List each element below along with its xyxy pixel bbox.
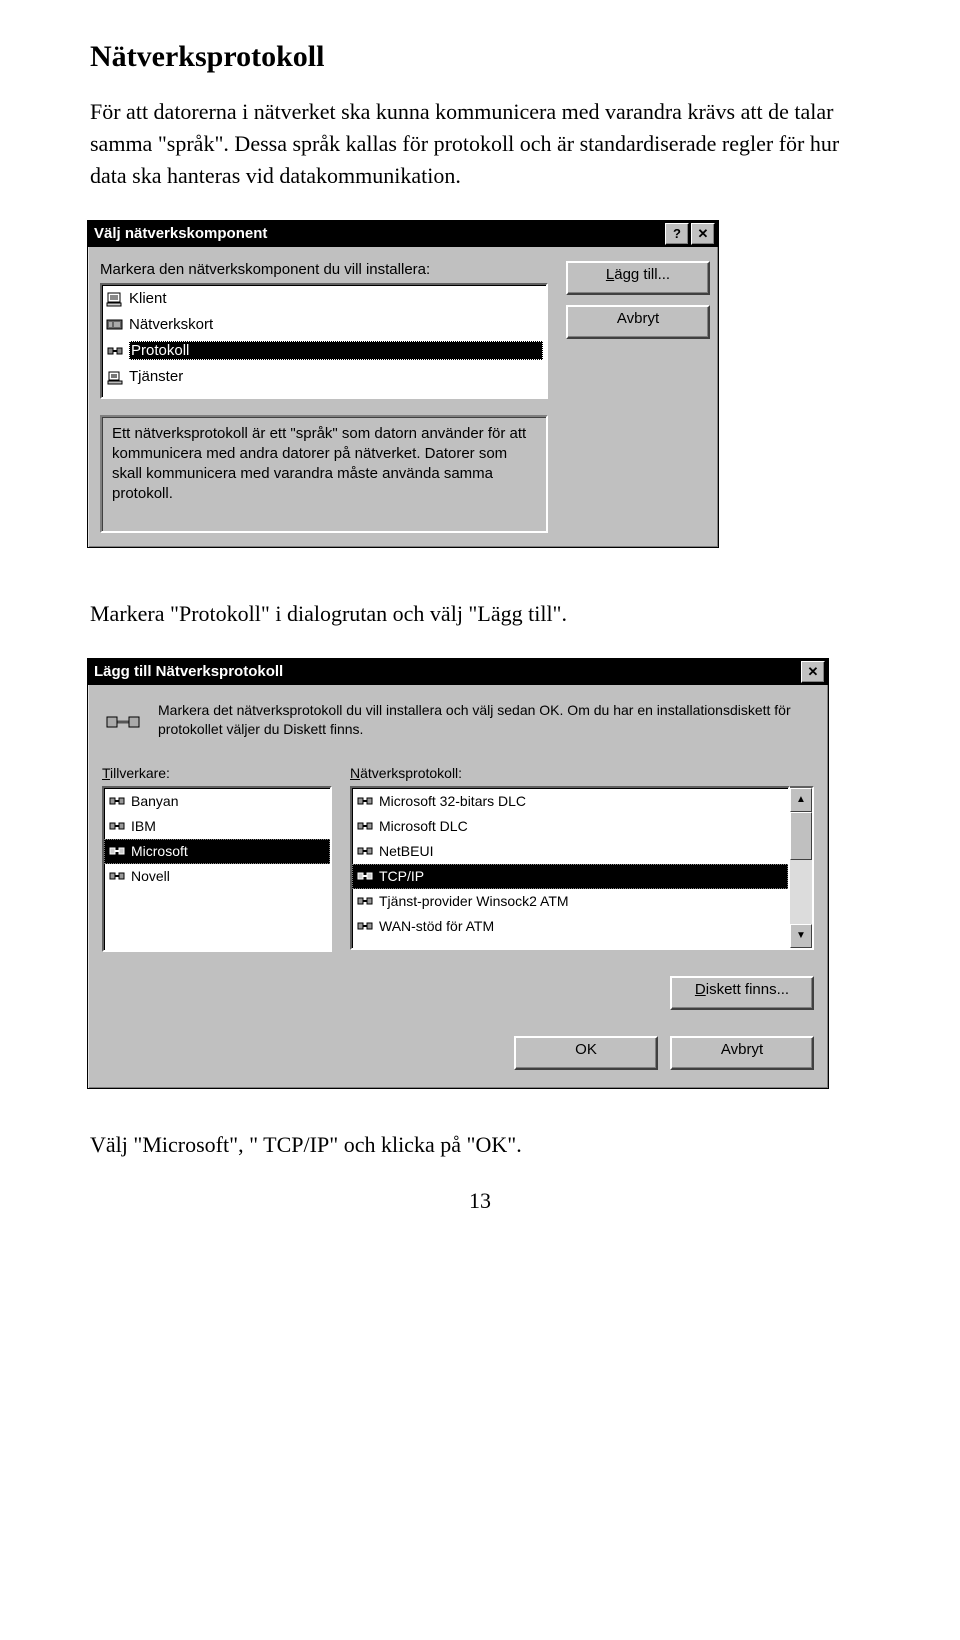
page-number: 13 [90,1188,870,1214]
protocol-icon [355,816,375,836]
list-item-klient[interactable]: Klient [102,286,546,312]
add-button[interactable]: Lägg till... [566,261,710,295]
scroll-up-button[interactable]: ▲ [790,788,812,812]
add-protocol-dialog: Lägg till Nätverksprotokoll ✕ Markera de… [87,658,829,1089]
scroll-track[interactable] [790,812,812,924]
protocol-icon [355,841,375,861]
manuf-item-novell[interactable]: Novell [104,864,330,889]
manuf-item-microsoft[interactable]: Microsoft [104,839,330,864]
dialog2-title: Lägg till Nätverksprotokoll [94,663,799,680]
proto-item[interactable]: NetBEUI [352,839,788,864]
dialog2-titlebar: Lägg till Nätverksprotokoll ✕ [88,659,828,685]
manuf-item-banyan[interactable]: Banyan [104,789,330,814]
list-item-protokoll[interactable]: Protokoll [102,338,546,364]
protocol-icon [107,866,127,886]
protocol-icon [105,341,125,361]
manuf-item-ibm[interactable]: IBM [104,814,330,839]
proto-item[interactable]: Microsoft DLC [352,814,788,839]
protocol-icon [107,791,127,811]
service-icon [105,367,125,387]
protocol-label: Nätverksprotokoll: [350,765,814,781]
dialog1-instruction: Markera den nätverkskomponent du vill in… [100,261,548,278]
proto-item[interactable]: Tjänst-provider Winsock2 ATM [352,889,788,914]
disk-button[interactable]: Diskett finns... [670,976,814,1010]
protocol-listbox[interactable]: Microsoft 32-bitars DLC Microsoft DLC Ne… [350,786,790,950]
page-heading: Nätverksprotokoll [90,40,870,74]
proto-item[interactable]: Microsoft 32-bitars DLC [352,789,788,814]
select-component-dialog: Välj nätverkskomponent ? ✕ Markera den n… [87,220,719,548]
end-paragraph: Välj "Microsoft", " TCP/IP" och klicka p… [90,1129,870,1161]
protocol-icon [107,841,127,861]
scroll-down-button[interactable]: ▼ [790,924,812,948]
dialog1-titlebar: Välj nätverkskomponent ? ✕ [88,221,718,247]
protocol-icon [355,791,375,811]
nic-icon [105,315,125,335]
ok-button[interactable]: OK [514,1036,658,1070]
protocol-icon [107,816,127,836]
component-listbox[interactable]: Klient Nätverkskort Protokoll [100,283,548,399]
protocol-icon [355,866,375,886]
scroll-thumb[interactable] [790,812,812,860]
client-icon [105,289,125,309]
list-item-natverkskort[interactable]: Nätverkskort [102,312,546,338]
proto-item[interactable]: WAN-stöd för ATM [352,914,788,939]
proto-item-tcpip[interactable]: TCP/IP [352,864,788,889]
dialog2-instruction: Markera det nätverksprotokoll du vill in… [158,701,814,740]
cancel-button[interactable]: Avbryt [566,305,710,339]
network-icon [102,701,144,741]
help-button[interactable]: ? [665,223,689,245]
close-button[interactable]: ✕ [801,661,825,683]
mid-paragraph: Markera "Protokoll" i dialogrutan och vä… [90,598,870,630]
intro-paragraph: För att datorerna i nätverket ska kunna … [90,96,870,192]
list-item-tjanster[interactable]: Tjänster [102,364,546,390]
close-button[interactable]: ✕ [691,223,715,245]
manufacturer-label: Tillverkare: [102,765,332,781]
cancel-button[interactable]: Avbryt [670,1036,814,1070]
dialog1-title: Välj nätverkskomponent [94,225,663,242]
manufacturer-listbox[interactable]: Banyan IBM Microsoft Novell [102,786,332,952]
component-description: Ett nätverksprotokoll är ett "språk" som… [100,415,548,533]
protocol-icon [355,891,375,911]
protocol-scrollbar[interactable]: ▲ ▼ [790,786,814,950]
protocol-icon [355,916,375,936]
